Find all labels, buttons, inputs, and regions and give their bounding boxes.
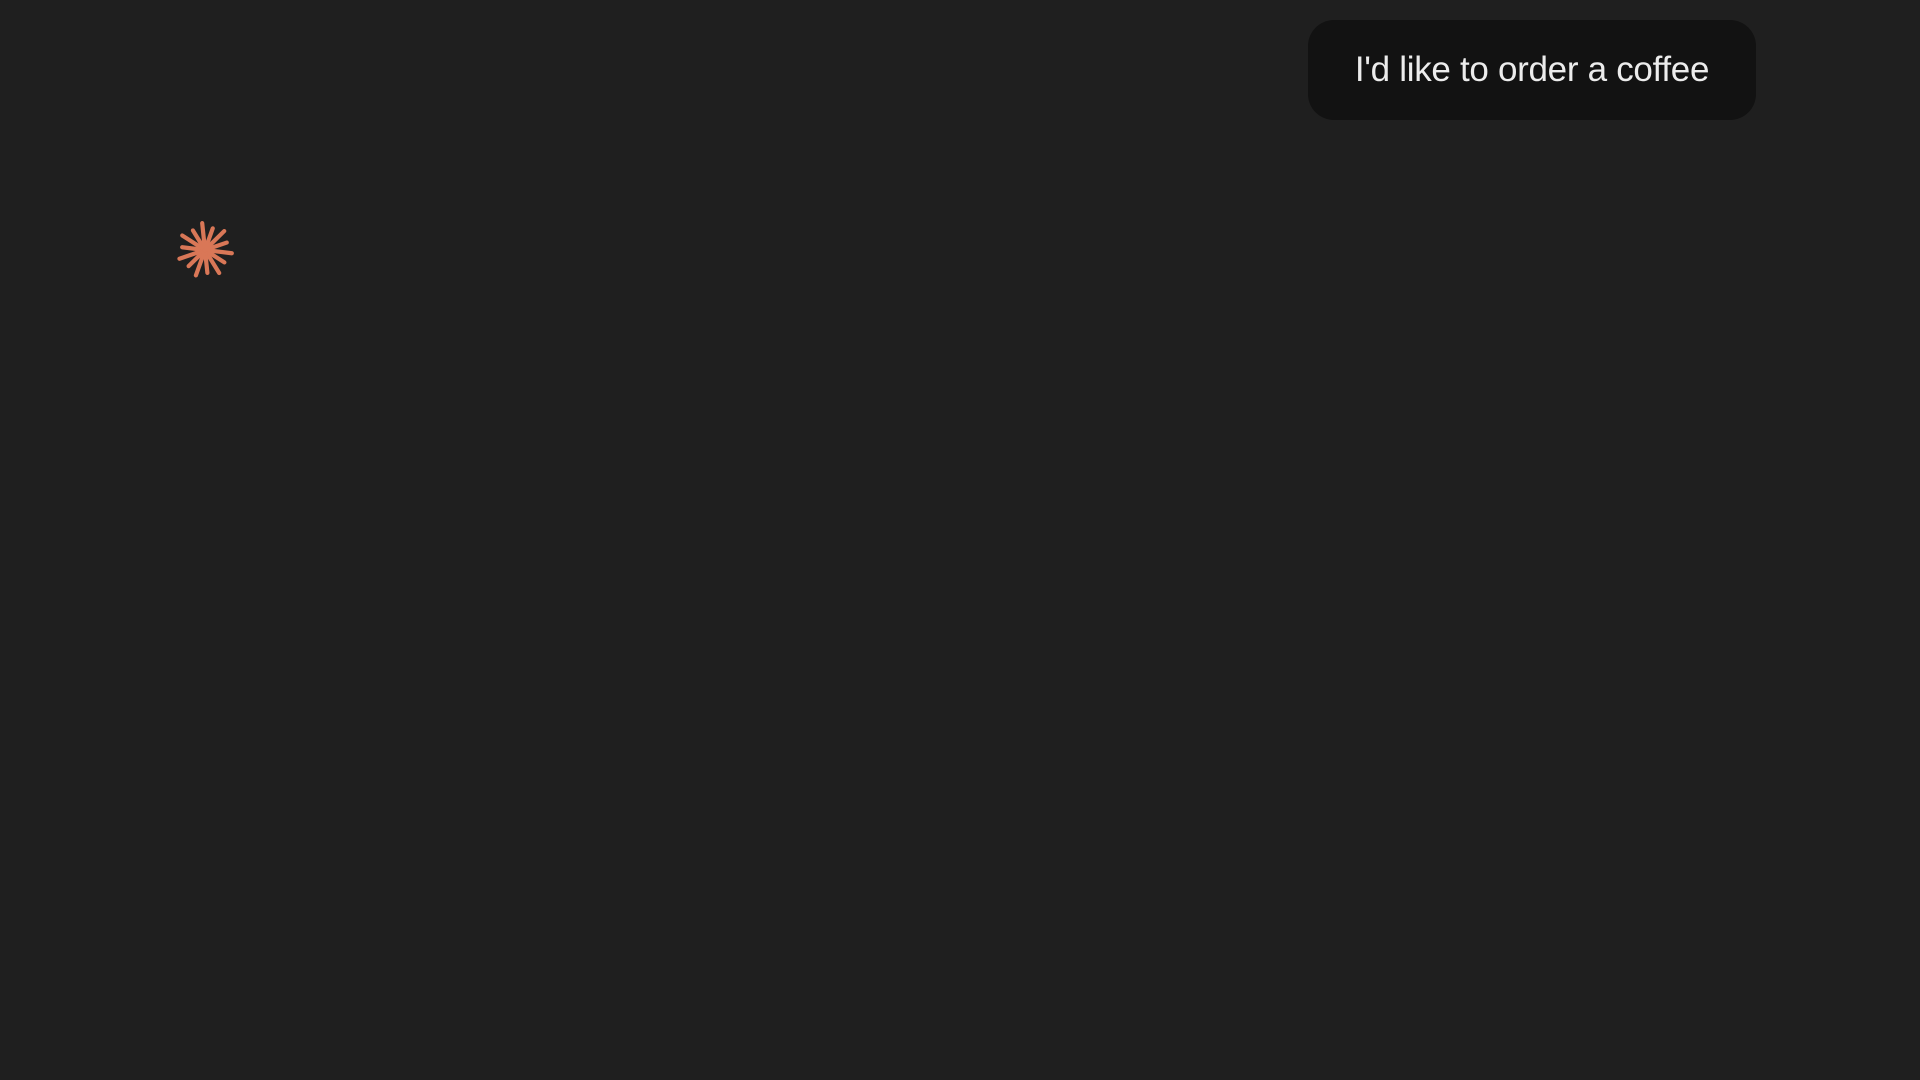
assistant-thinking-starburst-icon	[173, 218, 237, 282]
chat-canvas: I'd like to order a coffee	[0, 0, 1920, 1080]
user-message-bubble: I'd like to order a coffee	[1308, 20, 1756, 120]
